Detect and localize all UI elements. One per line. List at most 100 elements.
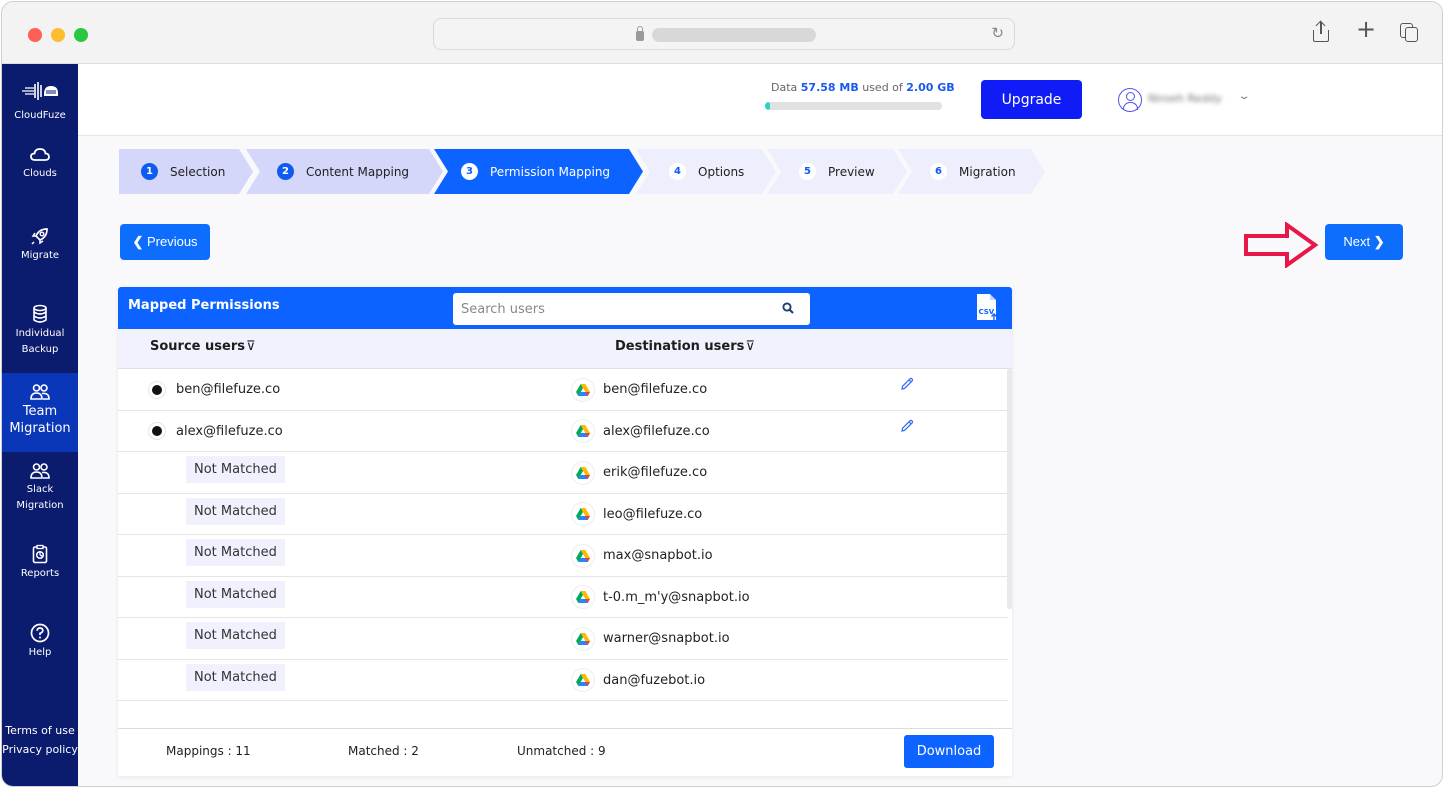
users-icon — [30, 463, 50, 479]
step-label: Selection — [170, 164, 226, 179]
share-icon[interactable] — [1313, 22, 1329, 42]
maximize-window-button[interactable] — [74, 28, 88, 42]
step-migration[interactable]: 6 Migration — [898, 149, 1045, 194]
users-icon — [30, 384, 50, 400]
filter-icon[interactable]: ⊽ — [745, 339, 755, 354]
brand-logo[interactable]: CloudFuze — [2, 80, 78, 124]
source-user-cell: alex@filefuze.co — [148, 411, 283, 452]
sidebar-item-label: Help — [28, 647, 52, 658]
edit-pencil-icon[interactable] — [900, 377, 914, 391]
table-row: Not Matched leo@filefuze.co — [118, 494, 1008, 535]
upgrade-button[interactable]: Upgrade — [981, 80, 1082, 119]
sidebar-item-team-migration[interactable]: Team Migration — [2, 373, 78, 452]
not-matched-badge[interactable]: Not Matched — [186, 539, 285, 566]
not-matched-badge[interactable]: Not Matched — [186, 622, 285, 649]
storage-usage-fill — [765, 102, 771, 110]
source-user-cell: ben@filefuze.co — [148, 369, 280, 410]
usage-middle: used of — [862, 81, 903, 94]
table-footer: Mappings : 11 Matched : 2 Unmatched : 9 … — [118, 728, 1012, 776]
column-header-source-users[interactable]: Source users⊽ — [150, 339, 255, 354]
filter-icon[interactable]: ⊽ — [246, 339, 256, 354]
destination-user-cell: alex@filefuze.co — [571, 411, 710, 452]
google-drive-icon — [571, 543, 595, 568]
download-button[interactable]: Download — [904, 735, 994, 768]
help-icon — [30, 623, 50, 643]
step-number: 2 — [277, 163, 294, 180]
step-number: 1 — [141, 163, 158, 180]
reload-icon[interactable]: ↻ — [991, 24, 1004, 42]
sidebar-item-slack-migration[interactable]: Slack Migration — [2, 462, 78, 514]
destination-user-cell: warner@snapbot.io — [571, 618, 730, 659]
callout-arrow-icon — [1244, 222, 1319, 268]
previous-label: Previous — [146, 234, 198, 249]
table-row: ben@filefuze.co ben@filefuze.co — [118, 369, 1008, 411]
table-row: alex@filefuze.co alex@filefuze.co — [118, 411, 1008, 452]
not-matched-badge[interactable]: Not Matched — [186, 663, 285, 691]
step-label: Options — [698, 164, 745, 179]
sidebar-item-reports[interactable]: Reports — [2, 544, 78, 582]
table-row: Not Matched warner@snapbot.io — [118, 618, 1008, 660]
destination-user-email: max@snapbot.io — [603, 548, 713, 563]
destination-user-email: alex@filefuze.co — [603, 423, 710, 439]
step-permission-mapping[interactable]: 3 Permission Mapping — [434, 149, 643, 194]
table-row: Not Matched dan@fuzebot.io — [118, 660, 1008, 701]
search-icon[interactable] — [782, 302, 794, 314]
destination-users-label: Destination users — [615, 339, 745, 354]
destination-user-cell: max@snapbot.io — [571, 535, 713, 576]
mapped-permissions-card: Mapped Permissions CSV Source users⊽ Des… — [118, 287, 1012, 776]
chevron-down-icon[interactable]: ⌄ — [1237, 91, 1250, 102]
previous-button[interactable]: ❮ Previous — [120, 224, 210, 260]
step-options[interactable]: 4 Options — [636, 149, 776, 194]
google-drive-icon — [571, 419, 595, 443]
user-name[interactable]: Niroeh Reddy — [1148, 92, 1222, 105]
cloud-icon — [30, 148, 50, 161]
step-preview[interactable]: 5 Preview — [767, 149, 907, 194]
browser-window: ↻ + CloudFuze Clouds Migrate Individual … — [1, 1, 1443, 787]
cloudfuze-logo-icon — [22, 82, 58, 100]
step-label: Content Mapping — [306, 164, 410, 179]
unmatched-count: Unmatched : 9 — [517, 744, 606, 758]
step-selection[interactable]: 1 Selection — [119, 149, 253, 194]
new-tab-icon[interactable]: + — [1356, 17, 1376, 41]
csv-upload-icon[interactable]: CSV — [976, 293, 998, 323]
sidebar-item-label: Migrate — [20, 250, 60, 261]
step-number: 6 — [930, 163, 947, 180]
column-header-destination-users[interactable]: Destination users⊽ — [615, 339, 755, 354]
usage-prefix: Data — [771, 81, 798, 94]
sidebar: CloudFuze Clouds Migrate Individual Back… — [2, 64, 78, 786]
destination-user-email: leo@filefuze.co — [603, 506, 703, 522]
sidebar-item-label: Reports — [20, 568, 60, 579]
sidebar-item-individual-backup[interactable]: Individual Backup — [2, 304, 78, 358]
address-bar[interactable]: ↻ — [433, 18, 1015, 50]
storage-usage-bar — [765, 102, 942, 110]
rocket-icon — [31, 228, 48, 245]
sidebar-item-migrate[interactable]: Migrate — [2, 226, 78, 264]
sidebar-item-label: Team Migration — [9, 404, 71, 436]
sidebar-item-clouds[interactable]: Clouds — [2, 146, 78, 182]
chevron-right-icon: ❯ — [1373, 234, 1385, 249]
brand-name: CloudFuze — [14, 110, 66, 121]
url-text-redacted — [652, 28, 816, 42]
sidebar-item-help[interactable]: Help — [2, 623, 78, 661]
not-matched-badge[interactable]: Not Matched — [186, 456, 285, 483]
edit-pencil-icon[interactable] — [900, 419, 914, 433]
source-cloud-icon — [148, 422, 166, 440]
table-scrollbar[interactable] — [1007, 369, 1012, 609]
user-avatar-icon[interactable] — [1118, 88, 1142, 112]
tabs-overview-icon[interactable] — [1400, 23, 1420, 43]
google-drive-icon — [571, 502, 595, 526]
not-matched-badge[interactable]: Not Matched — [186, 580, 285, 608]
step-label: Migration — [959, 164, 1016, 179]
privacy-policy-link[interactable]: Privacy policy — [2, 740, 78, 759]
step-number: 5 — [799, 163, 816, 180]
minimize-window-button[interactable] — [51, 28, 65, 42]
next-button[interactable]: Next ❯ — [1325, 224, 1403, 260]
step-content-mapping[interactable]: 2 Content Mapping — [246, 149, 443, 194]
search-users-input[interactable] — [453, 293, 773, 325]
step-number: 3 — [461, 163, 478, 180]
table-row: Not Matched erik@filefuze.co — [118, 452, 1008, 494]
google-drive-icon — [571, 585, 595, 609]
close-window-button[interactable] — [28, 28, 42, 42]
terms-of-use-link[interactable]: Terms of use — [2, 721, 78, 740]
not-matched-badge[interactable]: Not Matched — [186, 497, 285, 525]
